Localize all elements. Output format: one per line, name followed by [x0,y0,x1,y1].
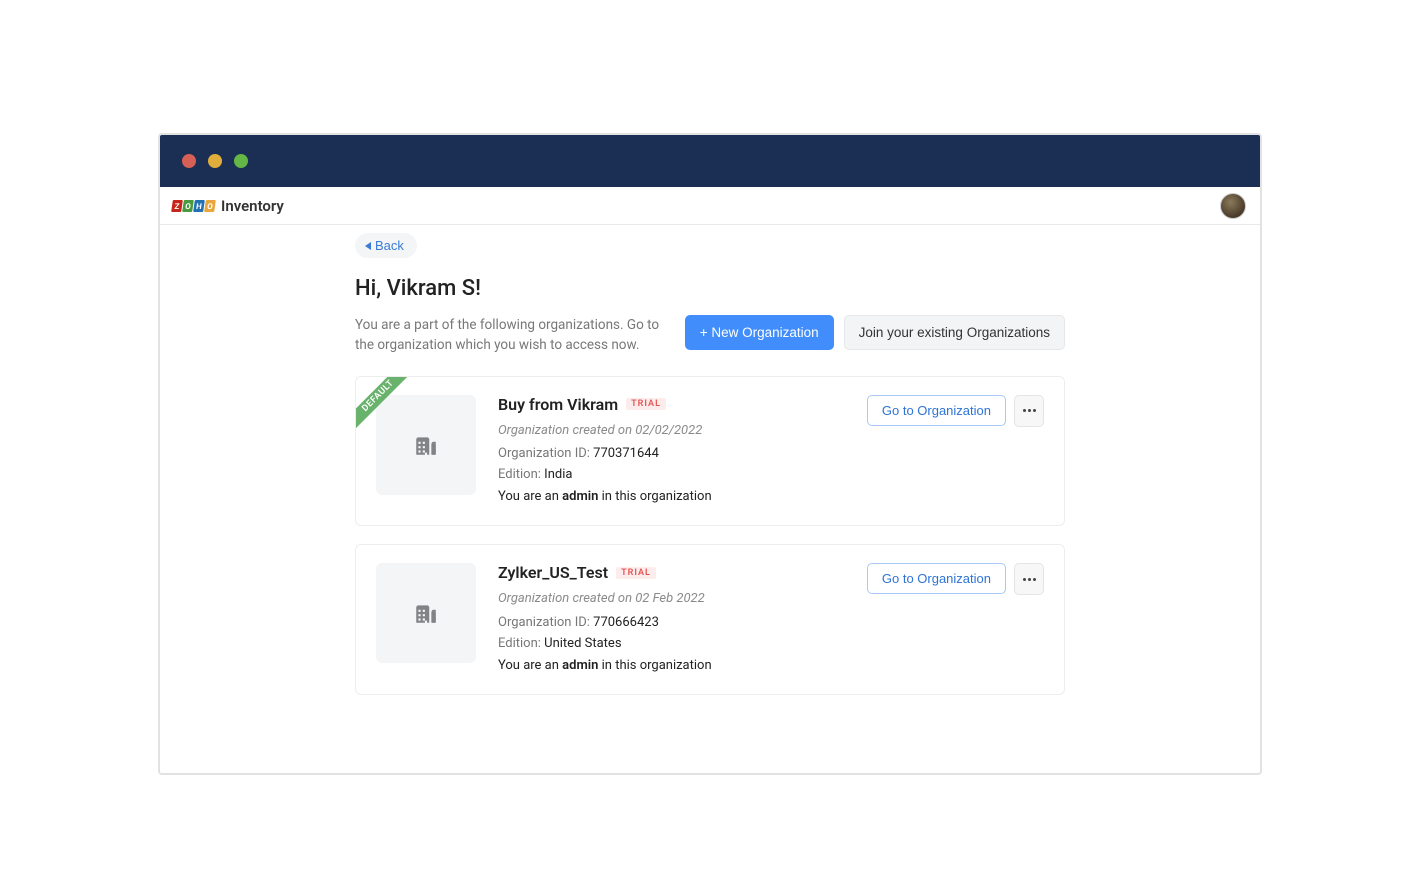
organization-card: Zylker_US_Test TRIAL Organization create… [355,544,1065,695]
organization-id-value: 770371644 [593,446,659,461]
minimize-window-button[interactable] [208,154,222,168]
organization-list: DEFAULT Buy from Vikram TRIAL Organizati… [355,376,1065,696]
page-greeting: Hi, Vikram S! [355,276,1065,301]
edition-value: India [544,467,572,482]
back-button-label: Back [375,238,404,253]
building-icon [413,432,439,458]
building-icon [413,600,439,626]
more-icon [1023,409,1036,412]
trial-badge: TRIAL [616,567,656,579]
app-window: Z O H O Inventory Back Hi, Vikram S! You… [160,135,1260,773]
organization-created-date: Organization created on 02/02/2022 [498,420,845,441]
edition-value: United States [544,636,621,651]
back-arrow-icon [365,242,371,250]
organization-logo-placeholder [376,395,476,495]
organization-more-menu-button[interactable] [1014,563,1044,595]
organization-name: Zylker_US_Test [498,563,608,582]
organization-id-value: 770666423 [593,615,659,630]
organization-id-label: Organization ID: [498,446,593,461]
edition-label: Edition: [498,467,544,482]
more-icon [1023,578,1036,581]
back-button[interactable]: Back [355,233,417,258]
organization-card: DEFAULT Buy from Vikram TRIAL Organizati… [355,376,1065,527]
zoho-logo-icon: Z O H O [172,200,215,212]
brand-name: Inventory [221,197,284,215]
organization-name: Buy from Vikram [498,395,618,414]
join-existing-organization-button[interactable]: Join your existing Organizations [844,315,1065,350]
page-content: Back Hi, Vikram S! You are a part of the… [160,225,1260,773]
close-window-button[interactable] [182,154,196,168]
intro-text: You are a part of the following organiza… [355,315,661,356]
edition-label: Edition: [498,636,544,651]
organization-logo-placeholder [376,563,476,663]
go-to-organization-button[interactable]: Go to Organization [867,395,1006,426]
go-to-organization-button[interactable]: Go to Organization [867,563,1006,594]
trial-badge: TRIAL [626,398,666,410]
new-organization-button[interactable]: + New Organization [685,315,834,350]
organization-created-date: Organization created on 02 Feb 2022 [498,588,845,609]
organization-role-text: You are an admin in this organization [498,655,845,676]
org-action-buttons: + New Organization Join your existing Or… [685,315,1065,350]
organization-role-text: You are an admin in this organization [498,486,845,507]
maximize-window-button[interactable] [234,154,248,168]
app-header: Z O H O Inventory [160,187,1260,225]
user-avatar[interactable] [1220,193,1246,219]
organization-more-menu-button[interactable] [1014,395,1044,427]
brand: Z O H O Inventory [172,197,284,215]
window-titlebar [160,135,1260,187]
organization-id-label: Organization ID: [498,615,593,630]
